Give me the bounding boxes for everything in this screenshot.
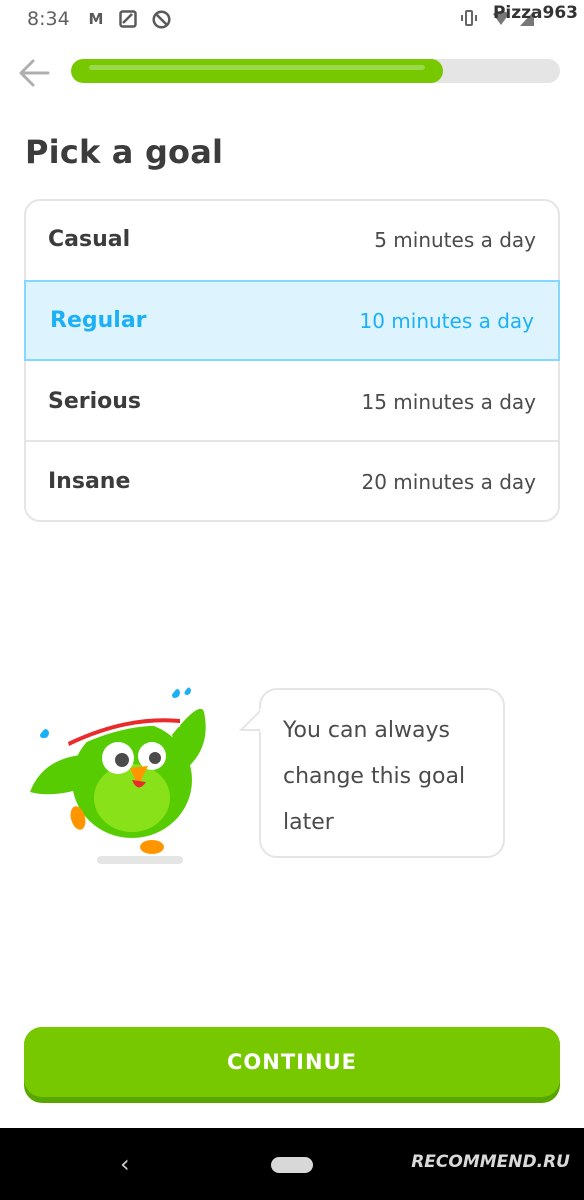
goal-name: Regular: [50, 308, 147, 333]
goal-name: Serious: [48, 389, 142, 414]
goal-time: 20 minutes a day: [361, 469, 536, 494]
arrow-left-icon: [19, 59, 50, 87]
watermark-top: Pizza963: [492, 3, 578, 23]
goal-time: 10 minutes a day: [359, 308, 534, 333]
goal-option-serious[interactable]: Serious 15 minutes a day: [24, 361, 560, 442]
progress-highlight: [89, 65, 425, 70]
goal-time: 15 minutes a day: [361, 389, 536, 414]
home-pill-icon[interactable]: [271, 1157, 313, 1173]
owl-mascot-icon: [22, 680, 222, 870]
status-time: 8:34: [27, 8, 70, 30]
bubble-text: You can always change this goal later: [283, 718, 466, 835]
goal-name: Casual: [48, 227, 131, 252]
goal-option-insane[interactable]: Insane 20 minutes a day: [24, 440, 560, 521]
back-button[interactable]: [18, 56, 52, 90]
image-icon: [118, 9, 138, 29]
progress-bar: [71, 59, 560, 83]
goal-option-casual[interactable]: Casual 5 minutes a day: [24, 199, 560, 280]
mail-m-icon: M: [88, 10, 104, 28]
watermark-bottom: RECOMMEND.RU: [411, 1152, 570, 1172]
system-nav-bar: ‹ RECOMMEND.RU: [0, 1128, 584, 1200]
goal-list: Casual 5 minutes a day Regular 10 minute…: [24, 199, 560, 522]
progress-fill: [71, 59, 443, 83]
goal-time: 5 minutes a day: [374, 227, 536, 252]
status-bar: 8:34 M Pizza963: [0, 0, 584, 38]
goal-option-regular[interactable]: Regular 10 minutes a day: [24, 280, 560, 361]
vibrate-icon: [460, 9, 478, 27]
goal-name: Insane: [48, 469, 131, 494]
continue-label: CONTINUE: [227, 1050, 357, 1074]
continue-button[interactable]: CONTINUE: [24, 1027, 560, 1103]
speech-bubble-tail: [239, 709, 263, 732]
continue-button-face: CONTINUE: [24, 1027, 560, 1097]
no-sign-icon: [151, 9, 171, 29]
chevron-left-icon[interactable]: ‹: [120, 1150, 130, 1178]
page-title: Pick a goal: [25, 133, 224, 171]
